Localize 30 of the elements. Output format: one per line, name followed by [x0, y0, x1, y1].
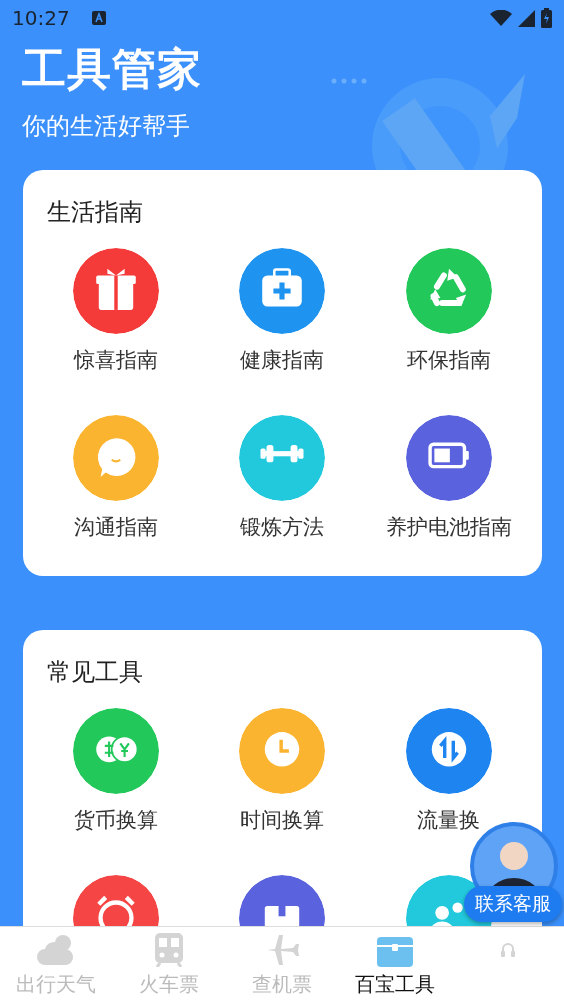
tool-label[interactable]: 养护电池指南 — [385, 513, 512, 541]
signal-icon — [518, 9, 535, 27]
status-time: 10:27 — [12, 6, 70, 30]
app-title: 工具管家 — [22, 42, 202, 96]
section-title: 生活指南 — [47, 197, 144, 228]
contact-service-button[interactable]: 联系客服 — [464, 886, 562, 922]
app-subtitle: 你的生活好帮手 — [22, 111, 190, 142]
chest-icon — [376, 937, 413, 967]
tool-label[interactable]: 健康指南 — [240, 346, 325, 374]
medkit-icon[interactable] — [239, 248, 326, 334]
dumbbell-icon[interactable] — [239, 415, 326, 501]
tool-label[interactable]: 惊喜指南 — [74, 346, 159, 374]
tool-label[interactable]: 沟通指南 — [74, 513, 159, 541]
tool-label[interactable]: 货币换算 — [74, 806, 159, 834]
gift-icon[interactable] — [73, 248, 160, 334]
battery-icon — [541, 8, 552, 28]
nav-tab[interactable]: 百宝工具 — [338, 927, 452, 1004]
battery-icon[interactable] — [405, 415, 492, 501]
wifi-icon — [490, 10, 512, 26]
clock-icon[interactable] — [239, 708, 326, 794]
money-icon[interactable] — [73, 708, 160, 794]
section-title: 常见工具 — [47, 657, 144, 688]
transfer-icon[interactable] — [405, 708, 492, 794]
chat-icon[interactable] — [73, 415, 160, 501]
tool-label[interactable]: 环保指南 — [406, 346, 491, 374]
notification-icon — [91, 11, 106, 25]
tool-label[interactable]: 锻炼方法 — [240, 513, 325, 541]
tool-label[interactable]: 流量换 — [417, 806, 481, 834]
tool-label[interactable]: 时间换算 — [240, 806, 325, 834]
recycle-icon[interactable] — [405, 248, 492, 334]
